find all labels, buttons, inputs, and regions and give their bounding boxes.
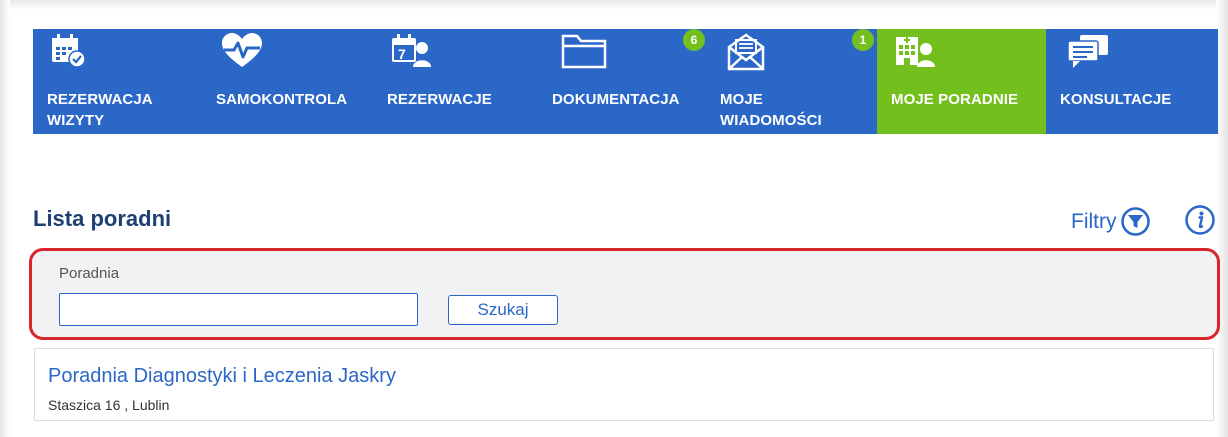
- filter-icon: [1120, 207, 1150, 236]
- poradnia-label: Poradnia: [59, 265, 120, 282]
- search-button[interactable]: Szukaj: [448, 295, 558, 325]
- nav-item-moje-wiadomosci[interactable]: 1 MOJE WIADOMOŚCI: [706, 29, 877, 134]
- svg-text:7: 7: [398, 46, 406, 62]
- nav-item-label: KONSULTACJE: [1060, 91, 1172, 108]
- nav-item-rezerwacje[interactable]: 7 REZERWACJE: [373, 29, 538, 134]
- page: REZERWACJA WIZYTY SAMOKONTROLA 7 REZERWA…: [0, 0, 1228, 437]
- page-title: Lista poradni: [33, 206, 172, 231]
- nav-item-samokontrola[interactable]: SAMOKONTROLA: [202, 29, 373, 134]
- hospital-person-icon: [893, 33, 937, 69]
- filters-label: Filtry: [1071, 209, 1117, 233]
- nav-item-dokumentacja[interactable]: 6 DOKUMENTACJA: [538, 29, 706, 134]
- main-nav: REZERWACJA WIZYTY SAMOKONTROLA 7 REZERWA…: [33, 29, 1218, 134]
- filters-toggle[interactable]: Filtry: [1071, 207, 1150, 236]
- info-icon[interactable]: [1185, 205, 1215, 235]
- frame-shadow: [0, 0, 10, 437]
- calendar-person-icon: 7: [389, 33, 433, 69]
- calendar-check-icon: [49, 33, 89, 69]
- nav-item-konsultacje[interactable]: KONSULTACJE: [1046, 29, 1218, 134]
- heart-pulse-icon: [220, 33, 264, 69]
- notification-badge: 6: [683, 29, 705, 51]
- chat-bubbles-icon: [1066, 33, 1110, 69]
- nav-item-label: REZERWACJA WIZYTY: [47, 91, 153, 129]
- nav-item-label: MOJE PORADNIE: [891, 91, 1019, 108]
- notification-badge: 1: [852, 29, 874, 51]
- nav-item-label: REZERWACJE: [387, 91, 492, 108]
- clinic-link[interactable]: Poradnia Diagnostyki i Leczenia Jaskry: [48, 365, 396, 388]
- nav-item-label: DOKUMENTACJA: [552, 91, 680, 108]
- folder-icon: [561, 33, 607, 69]
- poradnia-input[interactable]: [59, 293, 418, 326]
- nav-item-rezerwacja-wizyty[interactable]: REZERWACJA WIZYTY: [33, 29, 202, 134]
- nav-item-label: SAMOKONTROLA: [216, 91, 348, 108]
- nav-item-label: MOJE WIADOMOŚCI: [720, 91, 822, 129]
- filter-panel: Poradnia Szukaj: [29, 248, 1220, 340]
- clinic-address: Staszica 16 , Lublin: [48, 397, 170, 413]
- list-item: Poradnia Diagnostyki i Leczenia Jaskry S…: [34, 348, 1214, 421]
- frame-shadow: [0, 0, 1228, 10]
- envelope-icon: [726, 33, 766, 71]
- nav-item-moje-poradnie[interactable]: MOJE PORADNIE: [877, 29, 1046, 134]
